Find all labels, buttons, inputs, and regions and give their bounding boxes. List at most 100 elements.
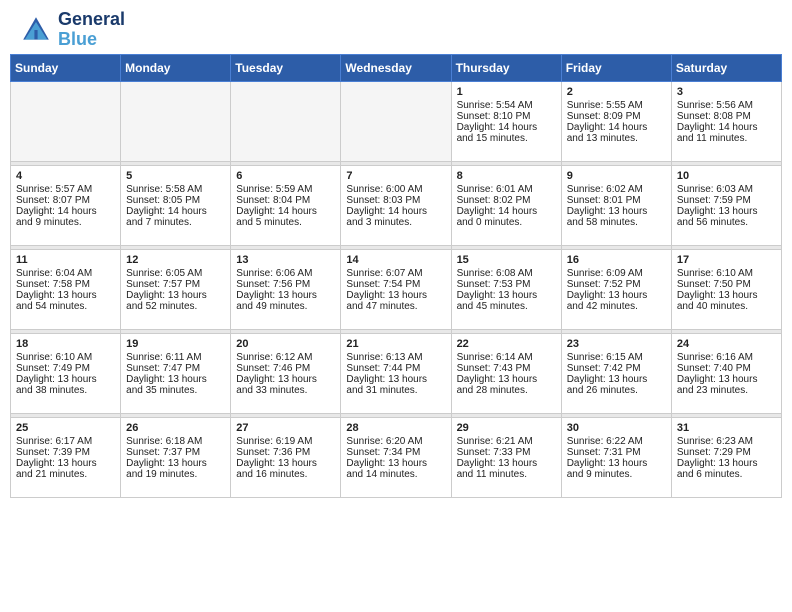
day-content: and 58 minutes. [567, 217, 666, 228]
day-number: 23 [567, 338, 666, 350]
calendar-week-row-1: 1Sunrise: 5:54 AMSunset: 8:10 PMDaylight… [11, 81, 782, 161]
calendar-cell: 25Sunrise: 6:17 AMSunset: 7:39 PMDayligh… [11, 417, 121, 497]
day-content: Daylight: 13 hours [567, 290, 666, 301]
day-number: 18 [16, 338, 115, 350]
calendar-cell: 27Sunrise: 6:19 AMSunset: 7:36 PMDayligh… [231, 417, 341, 497]
day-number: 15 [457, 254, 556, 266]
day-content: and 11 minutes. [677, 133, 776, 144]
calendar-weekday-saturday: Saturday [671, 54, 781, 81]
day-content: Sunrise: 5:58 AM [126, 184, 225, 195]
day-content: and 16 minutes. [236, 469, 335, 480]
day-number: 26 [126, 422, 225, 434]
day-content: Daylight: 13 hours [236, 374, 335, 385]
day-content: Sunset: 8:03 PM [346, 195, 445, 206]
day-content: and 9 minutes. [16, 217, 115, 228]
day-content: Sunset: 7:33 PM [457, 447, 556, 458]
calendar-cell: 12Sunrise: 6:05 AMSunset: 7:57 PMDayligh… [121, 249, 231, 329]
day-content: Sunset: 7:31 PM [567, 447, 666, 458]
day-number: 4 [16, 170, 115, 182]
calendar-cell: 23Sunrise: 6:15 AMSunset: 7:42 PMDayligh… [561, 333, 671, 413]
logo-text: GeneralBlue [58, 10, 125, 50]
day-content: Sunset: 8:09 PM [567, 111, 666, 122]
day-number: 27 [236, 422, 335, 434]
day-content: and 7 minutes. [126, 217, 225, 228]
day-content: Sunrise: 6:10 AM [677, 268, 776, 279]
calendar-cell: 19Sunrise: 6:11 AMSunset: 7:47 PMDayligh… [121, 333, 231, 413]
day-content: Sunrise: 6:17 AM [16, 436, 115, 447]
calendar-cell: 11Sunrise: 6:04 AMSunset: 7:58 PMDayligh… [11, 249, 121, 329]
day-content: Sunrise: 6:01 AM [457, 184, 556, 195]
day-number: 19 [126, 338, 225, 350]
calendar-cell: 5Sunrise: 5:58 AMSunset: 8:05 PMDaylight… [121, 165, 231, 245]
day-content: Daylight: 13 hours [16, 290, 115, 301]
day-content: Sunset: 7:54 PM [346, 279, 445, 290]
page-header: GeneralBlue [0, 0, 792, 54]
calendar-cell [11, 81, 121, 161]
calendar-weekday-thursday: Thursday [451, 54, 561, 81]
day-content: Sunrise: 6:20 AM [346, 436, 445, 447]
day-content: Sunrise: 6:22 AM [567, 436, 666, 447]
day-content: Sunset: 8:05 PM [126, 195, 225, 206]
day-content: Sunrise: 6:16 AM [677, 352, 776, 363]
day-content: and 6 minutes. [677, 469, 776, 480]
day-content: Sunrise: 6:05 AM [126, 268, 225, 279]
calendar-cell: 30Sunrise: 6:22 AMSunset: 7:31 PMDayligh… [561, 417, 671, 497]
calendar-cell [121, 81, 231, 161]
calendar-cell: 21Sunrise: 6:13 AMSunset: 7:44 PMDayligh… [341, 333, 451, 413]
day-content: and 33 minutes. [236, 385, 335, 396]
day-content: Sunset: 7:47 PM [126, 363, 225, 374]
day-content: Daylight: 13 hours [677, 458, 776, 469]
day-content: Sunset: 7:37 PM [126, 447, 225, 458]
calendar-cell: 31Sunrise: 6:23 AMSunset: 7:29 PMDayligh… [671, 417, 781, 497]
day-content: Daylight: 13 hours [236, 458, 335, 469]
logo: GeneralBlue [20, 10, 125, 50]
day-content: Daylight: 13 hours [567, 206, 666, 217]
day-content: Sunrise: 5:56 AM [677, 100, 776, 111]
day-content: Sunrise: 5:59 AM [236, 184, 335, 195]
day-content: and 40 minutes. [677, 301, 776, 312]
day-content: Sunrise: 6:07 AM [346, 268, 445, 279]
day-content: Sunset: 7:46 PM [236, 363, 335, 374]
day-number: 30 [567, 422, 666, 434]
calendar-cell: 13Sunrise: 6:06 AMSunset: 7:56 PMDayligh… [231, 249, 341, 329]
calendar-cell: 20Sunrise: 6:12 AMSunset: 7:46 PMDayligh… [231, 333, 341, 413]
calendar-cell: 24Sunrise: 6:16 AMSunset: 7:40 PMDayligh… [671, 333, 781, 413]
calendar-weekday-monday: Monday [121, 54, 231, 81]
calendar-cell: 14Sunrise: 6:07 AMSunset: 7:54 PMDayligh… [341, 249, 451, 329]
day-content: Sunrise: 6:02 AM [567, 184, 666, 195]
day-content: Sunrise: 5:57 AM [16, 184, 115, 195]
day-content: and 23 minutes. [677, 385, 776, 396]
calendar-cell: 15Sunrise: 6:08 AMSunset: 7:53 PMDayligh… [451, 249, 561, 329]
day-content: and 47 minutes. [346, 301, 445, 312]
day-content: Sunset: 7:50 PM [677, 279, 776, 290]
day-content: Daylight: 14 hours [567, 122, 666, 133]
day-content: and 11 minutes. [457, 469, 556, 480]
day-content: and 21 minutes. [16, 469, 115, 480]
day-content: Sunrise: 6:23 AM [677, 436, 776, 447]
day-content: Sunset: 8:01 PM [567, 195, 666, 206]
calendar-cell [341, 81, 451, 161]
day-number: 6 [236, 170, 335, 182]
day-content: Daylight: 13 hours [677, 290, 776, 301]
day-content: Daylight: 13 hours [126, 458, 225, 469]
day-content: Daylight: 13 hours [457, 374, 556, 385]
day-content: Sunrise: 6:09 AM [567, 268, 666, 279]
logo-icon [20, 14, 52, 46]
day-content: Daylight: 14 hours [677, 122, 776, 133]
calendar-cell: 1Sunrise: 5:54 AMSunset: 8:10 PMDaylight… [451, 81, 561, 161]
day-content: Daylight: 14 hours [236, 206, 335, 217]
day-content: and 54 minutes. [16, 301, 115, 312]
day-content: Sunset: 8:10 PM [457, 111, 556, 122]
calendar-week-row-5: 25Sunrise: 6:17 AMSunset: 7:39 PMDayligh… [11, 417, 782, 497]
calendar-header-row: SundayMondayTuesdayWednesdayThursdayFrid… [11, 54, 782, 81]
day-content: Sunrise: 6:03 AM [677, 184, 776, 195]
day-number: 9 [567, 170, 666, 182]
day-number: 14 [346, 254, 445, 266]
calendar-cell: 29Sunrise: 6:21 AMSunset: 7:33 PMDayligh… [451, 417, 561, 497]
day-number: 2 [567, 86, 666, 98]
day-content: Sunset: 7:59 PM [677, 195, 776, 206]
calendar-cell: 8Sunrise: 6:01 AMSunset: 8:02 PMDaylight… [451, 165, 561, 245]
day-content: Daylight: 14 hours [457, 206, 556, 217]
calendar-cell: 9 Sunrise: 6:02 AMSunset: 8:01 PMDaylight… [561, 165, 671, 245]
day-content: Sunset: 7:49 PM [16, 363, 115, 374]
